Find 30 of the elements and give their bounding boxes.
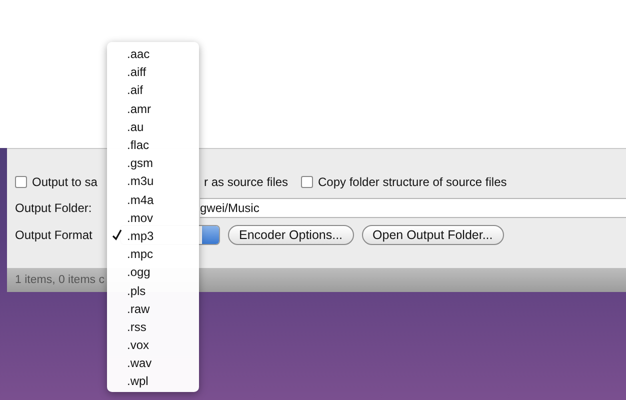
menu-item[interactable]: .wpl — [107, 372, 199, 391]
menu-item[interactable]: .aiff — [107, 63, 199, 82]
menu-item[interactable]: .au — [107, 118, 199, 136]
menu-item[interactable]: .rss — [107, 318, 199, 336]
output-folder-field[interactable]: gwei/Music — [200, 198, 626, 218]
action-button[interactable]: Encoder Options... — [228, 225, 354, 245]
menu-item[interactable]: .wav — [107, 354, 199, 372]
menu-item[interactable]: .pls — [107, 281, 199, 300]
menu-item[interactable]: .amr — [107, 100, 199, 118]
checkbox[interactable] — [301, 176, 313, 188]
menu-item[interactable]: .mov — [107, 208, 199, 227]
checkbox-label: r as source files — [204, 175, 288, 189]
menu-item[interactable]: .mpc — [107, 245, 199, 264]
menu-item[interactable]: .flac — [107, 136, 199, 154]
menu-item[interactable]: .ogg — [107, 263, 199, 282]
field-label: Output Format — [15, 228, 92, 242]
menu-item[interactable]: .vox — [107, 336, 199, 354]
status-text: 1 items, 0 items c — [15, 274, 104, 286]
menu-item[interactable]: .m3u — [107, 172, 199, 190]
menu-item[interactable]: .raw — [107, 300, 199, 318]
checkbox-label: Output to sa — [32, 175, 98, 189]
menu-item[interactable]: .m4a — [107, 190, 199, 209]
checkbox[interactable] — [15, 176, 27, 188]
menu-item[interactable]: .aac — [107, 45, 199, 64]
menu-item[interactable]: .gsm — [107, 154, 199, 172]
checkbox-label: Copy folder structure of source files — [318, 175, 507, 189]
field-label: Output Folder: — [15, 201, 92, 215]
menu-item[interactable]: .mp3 — [107, 226, 199, 246]
menu-item[interactable]: .aif — [107, 81, 199, 100]
action-button[interactable]: Open Output Folder... — [362, 225, 504, 245]
